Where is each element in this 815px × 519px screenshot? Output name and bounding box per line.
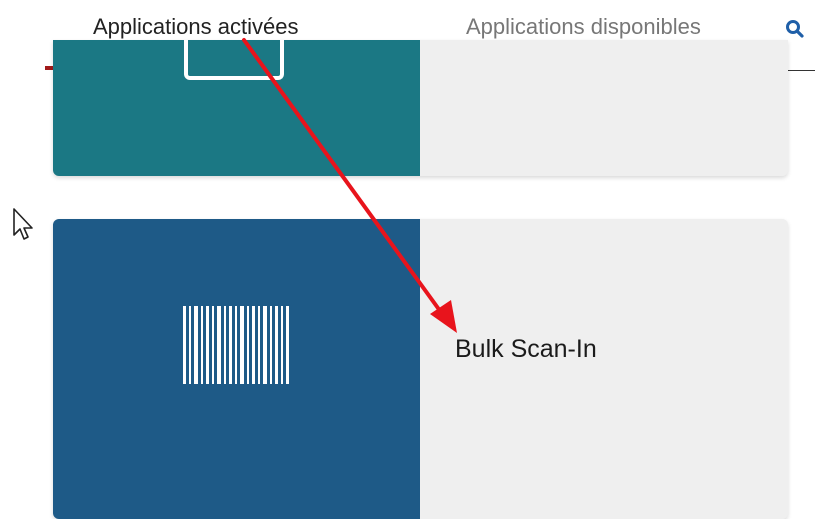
- app-icon: [184, 40, 284, 80]
- app-card-thumbnail: [53, 219, 420, 519]
- tab-enabled-applications[interactable]: Applications activées: [93, 14, 298, 40]
- search-icon[interactable]: [785, 19, 805, 39]
- app-card-body: Bulk Scan-In: [420, 219, 788, 519]
- cursor-arrow-icon: [13, 208, 33, 240]
- app-card-thumbnail: [53, 40, 420, 176]
- app-name: Bulk Scan-In: [455, 335, 597, 363]
- app-card-body: [420, 40, 788, 176]
- barcode-icon: [183, 306, 289, 384]
- tab-available-applications[interactable]: Applications disponibles: [466, 14, 701, 40]
- app-card[interactable]: [53, 40, 788, 176]
- app-card-bulk-scan-in[interactable]: Bulk Scan-In: [53, 219, 788, 519]
